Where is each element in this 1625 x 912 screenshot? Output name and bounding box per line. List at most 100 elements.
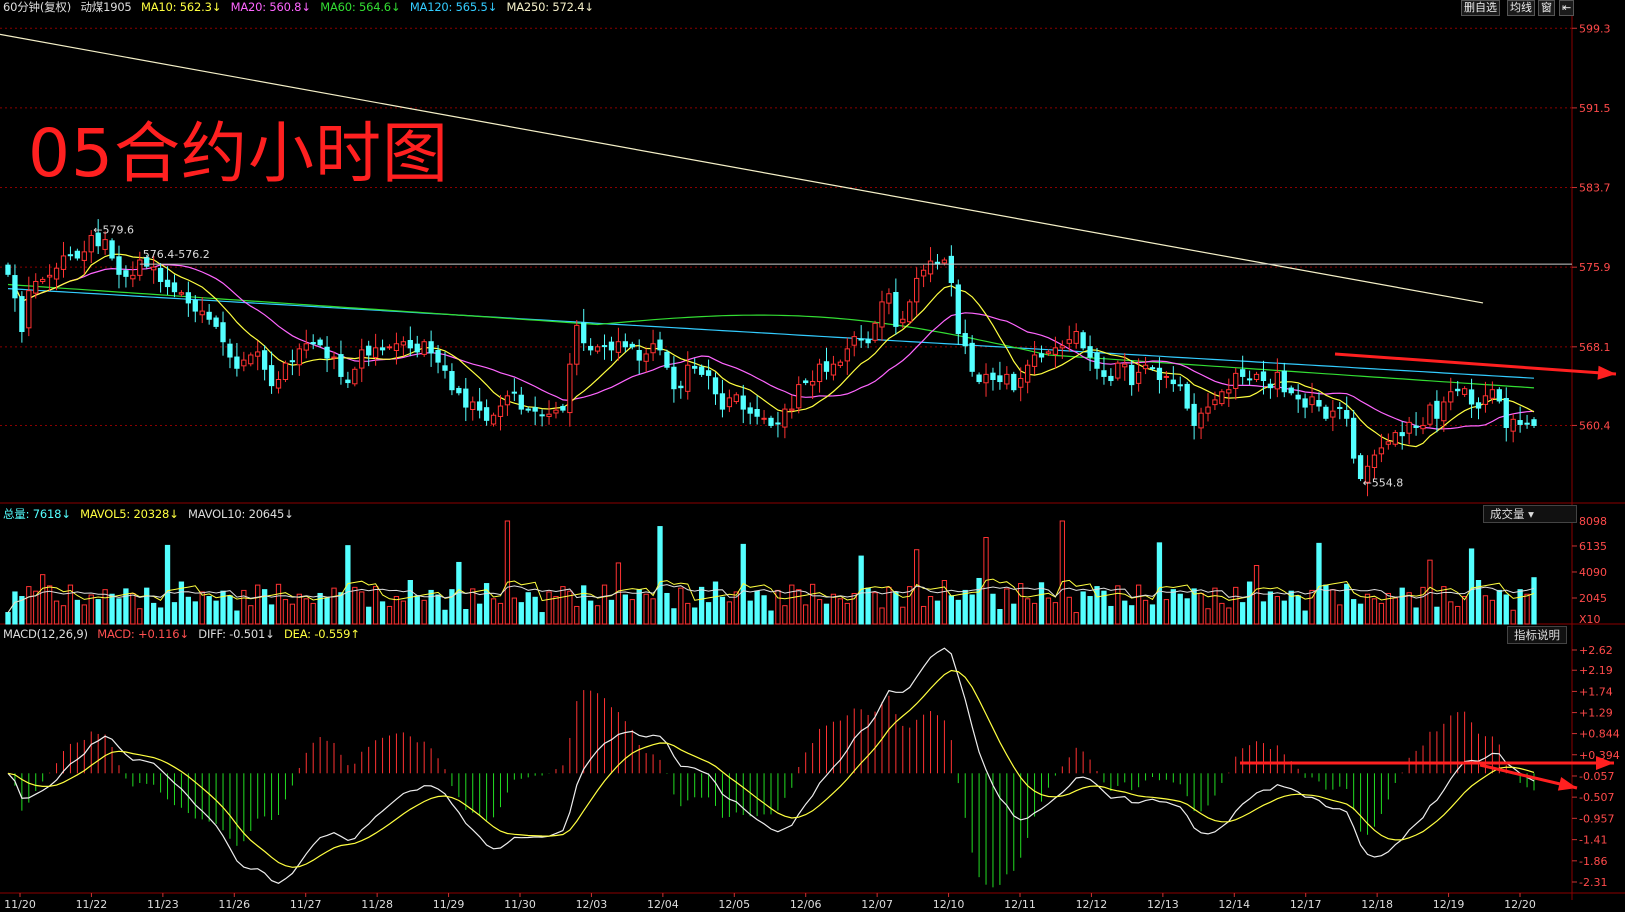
indicator-help-button[interactable]: 指标说明	[1507, 626, 1567, 644]
delete-favorite-button[interactable]: 删自选	[1461, 0, 1500, 16]
date-label: 12/12	[1076, 898, 1108, 911]
volume-bar	[782, 605, 788, 625]
price-trend-arrow-head	[1597, 365, 1616, 380]
candle-body	[414, 343, 420, 353]
candle	[1219, 389, 1225, 407]
ma120-label: MA120: 565.5↓	[409, 0, 498, 14]
candle	[546, 400, 552, 425]
candle-body	[567, 363, 573, 414]
candle-body	[747, 407, 753, 414]
volume-bar	[345, 545, 351, 625]
candle	[622, 333, 628, 353]
candle-body	[1455, 388, 1461, 392]
candle-body	[199, 310, 205, 316]
candle	[553, 401, 559, 419]
volume-bar	[608, 599, 615, 625]
volume-bar	[1461, 596, 1468, 625]
candle	[379, 339, 386, 356]
candle	[1142, 356, 1149, 375]
candle	[1101, 356, 1107, 385]
candle	[1267, 378, 1274, 399]
volume-bar	[879, 607, 885, 625]
candle-body	[1066, 339, 1072, 344]
volume-bar	[518, 602, 524, 625]
candle	[1191, 393, 1197, 440]
candle	[1184, 381, 1190, 411]
candle-body	[615, 341, 622, 353]
volume-bar	[636, 589, 642, 625]
volume-bar	[1031, 602, 1038, 625]
volume-bar	[477, 603, 483, 625]
candle-body	[40, 278, 46, 282]
window-button[interactable]: 窗	[1538, 0, 1555, 16]
volume-bar	[574, 605, 580, 625]
candle-body	[636, 349, 642, 361]
volume-bar	[657, 526, 663, 625]
candle-body	[1482, 395, 1489, 405]
candle	[1461, 386, 1468, 397]
candle-body	[213, 317, 219, 327]
volume-bar	[1524, 593, 1530, 625]
candle-body	[698, 366, 705, 375]
candle-body	[490, 414, 497, 425]
candle-body	[102, 239, 108, 250]
date-label: 12/07	[861, 898, 893, 911]
candle	[594, 344, 601, 354]
candle	[712, 372, 719, 405]
date-label: 12/05	[718, 898, 750, 911]
volume-bar	[1434, 606, 1440, 625]
volume-bar	[275, 583, 282, 625]
volume-bar	[1371, 598, 1378, 625]
candle-body	[1323, 406, 1329, 419]
candle-body	[504, 395, 511, 406]
pin-icon[interactable]: ⇤	[1559, 0, 1575, 16]
candle-body	[1441, 401, 1447, 422]
candle-body	[241, 359, 247, 367]
candle-body	[178, 292, 185, 295]
volume-bar	[1052, 602, 1059, 625]
candle-body	[1434, 400, 1440, 419]
candle-body	[761, 417, 767, 420]
candle	[109, 238, 115, 261]
candle	[366, 340, 372, 367]
volume-bar	[1073, 612, 1079, 625]
candle	[588, 338, 594, 356]
candle	[130, 261, 136, 288]
candle	[740, 384, 746, 424]
candle-body	[1087, 346, 1093, 358]
candle-body	[282, 362, 289, 380]
candle	[754, 395, 760, 425]
candle	[338, 340, 344, 385]
candle	[761, 410, 767, 425]
macd-header: MACD(12,26,9) MACD: +0.116↓ DIFF: -0.501…	[3, 627, 366, 641]
candle-body	[1240, 369, 1246, 377]
date-label: 11/20	[4, 898, 36, 911]
candle-body	[164, 279, 171, 288]
candle-body	[525, 408, 531, 411]
date-label: 12/18	[1361, 898, 1393, 911]
volume-selector[interactable]: 成交量 ▾	[1483, 505, 1577, 523]
candle	[1434, 390, 1440, 433]
candle	[449, 363, 455, 396]
candle-body	[19, 296, 25, 333]
candle	[137, 251, 143, 281]
volume-axis-label: 8098	[1579, 515, 1607, 528]
candle	[650, 329, 656, 362]
volume-bar	[1129, 605, 1135, 625]
candle	[886, 288, 892, 315]
candle-body	[1129, 364, 1135, 386]
candle-body	[483, 407, 490, 421]
date-label: 12/11	[1004, 898, 1036, 911]
candle	[726, 389, 733, 413]
moving-average-button[interactable]: 均线	[1507, 0, 1535, 16]
candle-body	[1219, 391, 1225, 405]
candle	[477, 387, 483, 419]
candle-body	[463, 388, 469, 408]
volume-bar	[1357, 603, 1364, 625]
candle-body	[1489, 389, 1496, 399]
candle-body	[886, 293, 892, 304]
volume-bar	[1156, 542, 1163, 625]
volume-bar	[560, 586, 566, 625]
candle-body	[830, 363, 837, 376]
candle-body	[1316, 400, 1322, 407]
